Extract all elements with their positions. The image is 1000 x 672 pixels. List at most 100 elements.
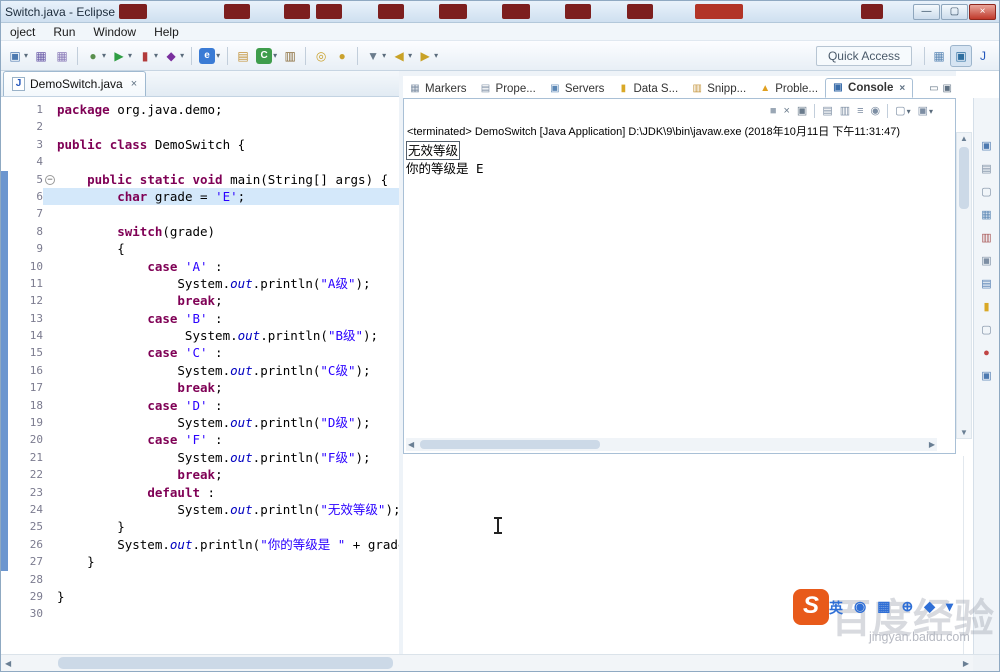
code-line[interactable]: 30	[1, 605, 399, 622]
tab-properties[interactable]: ▤ Prope...	[474, 80, 543, 98]
code-line[interactable]: 19 System.out.println("D级");	[1, 414, 399, 431]
remove-all-launches-button[interactable]: ▣	[797, 104, 807, 118]
code-line[interactable]: 4	[1, 153, 399, 170]
back-button[interactable]: ◀ ▾	[389, 45, 414, 67]
editor-body[interactable]: 1 package org.java.demo; 2 3 public class De…	[1, 97, 399, 654]
code-line[interactable]: 1 package org.java.demo;	[1, 101, 399, 118]
code-line[interactable]: 10 case 'A' :	[1, 258, 399, 275]
debug-button[interactable]: ● ▾	[83, 45, 108, 67]
code-line[interactable]: 23 default :	[1, 484, 399, 501]
minimized-view-icon-6[interactable]: ▤	[979, 276, 995, 292]
code-line[interactable]: 17 break;	[1, 379, 399, 396]
clear-console-button[interactable]: ▤	[822, 104, 832, 118]
scroll-right-icon[interactable]: ▶	[929, 440, 935, 449]
code-line[interactable]: 16 System.out.println("C级");	[1, 362, 399, 379]
code-line[interactable]: 27 }	[1, 553, 399, 570]
minimized-view-icon-5[interactable]: ▣	[979, 253, 995, 269]
scrollbar-thumb[interactable]	[420, 440, 600, 449]
search-button[interactable]: ●	[332, 45, 352, 67]
minimize-view-icon[interactable]: ▭	[929, 83, 938, 94]
menu-item-window[interactable]: Window	[84, 24, 145, 40]
save-button[interactable]: ▦	[31, 45, 51, 67]
minimized-data-source-icon[interactable]: ▮	[979, 299, 995, 315]
forward-button[interactable]: ▶ ▾	[415, 45, 440, 67]
minimized-view-icon-8[interactable]: ●	[979, 345, 995, 361]
code-line[interactable]: 14 System.out.println("B级");	[1, 327, 399, 344]
input-language-icon[interactable]: 英	[829, 598, 843, 618]
editor-tab-demoswitch[interactable]: J DemoSwitch.java ×	[3, 71, 147, 96]
maximize-view-icon[interactable]: ▣	[943, 83, 952, 94]
editor-horizontal-scrollbar[interactable]: ◀ ▶	[1, 654, 973, 671]
scroll-up-icon[interactable]: ▲	[957, 134, 971, 143]
code-line[interactable]: 9 {	[1, 240, 399, 257]
open-perspective-button[interactable]: ▦	[929, 45, 949, 67]
code-line[interactable]: 25 }	[1, 518, 399, 535]
options-caret-icon[interactable]: ▾	[946, 598, 953, 618]
scroll-lock-button[interactable]: ▥	[840, 104, 850, 118]
tab-problems[interactable]: ▲ Proble...	[753, 80, 825, 98]
code-line[interactable]: 29}	[1, 588, 399, 605]
tab-console[interactable]: ▣ Console ×	[825, 78, 914, 98]
minimized-view-icon-3[interactable]: ▦	[979, 207, 995, 223]
scroll-left-icon[interactable]: ◀	[408, 440, 414, 449]
close-window-button[interactable]: ×	[969, 4, 996, 20]
last-edit-location-button[interactable]: ▼ ▾	[363, 45, 388, 67]
terminate-button[interactable]: ■	[770, 104, 777, 118]
minimize-window-button[interactable]: —	[913, 4, 940, 20]
minimized-view-icon-7[interactable]: ▢	[979, 322, 995, 338]
code-line[interactable]: 3 public class DemoSwitch {	[1, 136, 399, 153]
word-wrap-button[interactable]: ≡	[857, 104, 863, 118]
new-package-button[interactable]: ▥	[280, 45, 300, 67]
code-line[interactable]: 20 case 'F' :	[1, 431, 399, 448]
code-line[interactable]: 24 System.out.println("无效等级");	[1, 501, 399, 518]
tab-servers[interactable]: ▣ Servers	[543, 80, 612, 98]
code-line[interactable]: 21 System.out.println("F级");	[1, 449, 399, 466]
console-output[interactable]: 无效等级 你的等级是 E	[404, 139, 955, 179]
new-button[interactable]: ▣ ▾	[5, 45, 30, 67]
hand-tool-icon[interactable]: ◉	[854, 598, 866, 618]
minimized-view-icon-9[interactable]: ▣	[979, 368, 995, 384]
coverage-button[interactable]: ▮ ▾	[135, 45, 160, 67]
display-console-button[interactable]: ▢▾	[895, 104, 910, 119]
external-tools-button[interactable]: ◆ ▾	[161, 45, 186, 67]
remove-launch-button[interactable]: ×	[783, 104, 789, 118]
run-button[interactable]: ▶ ▾	[109, 45, 134, 67]
new-java-project-button[interactable]: ▤	[233, 45, 253, 67]
menu-item-run[interactable]: Run	[44, 24, 84, 40]
code-line[interactable]: 7	[1, 205, 399, 222]
new-class-button[interactable]: C ▾	[254, 45, 279, 67]
tab-snippets[interactable]: ▥ Snipp...	[685, 80, 753, 98]
code-line[interactable]: 6 char grade = 'E';	[1, 187, 399, 206]
java-perspective-button[interactable]: J	[973, 45, 993, 67]
internal-browser-button[interactable]: e ▾	[197, 45, 222, 67]
code-line[interactable]: 28	[1, 571, 399, 588]
javaee-perspective-button[interactable]: ▣	[950, 44, 972, 67]
scroll-down-icon[interactable]: ▼	[957, 428, 971, 437]
code-line[interactable]: 13 case 'B' :	[1, 310, 399, 327]
code-area[interactable]: 1 package org.java.demo; 2 3 public class De…	[1, 97, 399, 654]
scrollbar-thumb[interactable]	[58, 657, 393, 669]
fold-collapse-icon[interactable]: −	[45, 175, 55, 186]
maximize-window-button[interactable]: ▢	[941, 4, 968, 20]
menu-item-oject[interactable]: oject	[1, 24, 44, 40]
minimized-view-icon-4[interactable]: ▥	[979, 230, 995, 246]
menu-item-help[interactable]: Help	[145, 24, 188, 40]
console-vertical-scrollbar[interactable]: ▲ ▼	[956, 132, 972, 439]
code-line[interactable]: 18 case 'D' :	[1, 397, 399, 414]
code-line[interactable]: 2	[1, 118, 399, 135]
scroll-left-icon[interactable]: ◀	[5, 659, 11, 668]
minimized-view-icon-2[interactable]: ▢	[979, 184, 995, 200]
minimized-view-icon-1[interactable]: ▤	[979, 161, 995, 177]
tab-data-source[interactable]: ▮ Data S...	[611, 80, 685, 98]
ime-settings-icon[interactable]: ⊕	[901, 598, 913, 618]
keyboard-layout-icon[interactable]: ▦	[877, 598, 890, 618]
code-line[interactable]: 15 case 'C' :	[1, 344, 399, 361]
code-line[interactable]: 22 break;	[1, 466, 399, 483]
code-line[interactable]: 26 System.out.println("你的等级是 " + grade);	[1, 536, 399, 553]
tab-markers[interactable]: ▦ Markers	[403, 80, 474, 98]
scroll-right-icon[interactable]: ▶	[963, 659, 969, 668]
code-line[interactable]: 8 switch(grade)	[1, 223, 399, 240]
quick-access-button[interactable]: Quick Access	[815, 45, 912, 66]
console-horizontal-scrollbar[interactable]: ◀ ▶	[406, 438, 937, 451]
open-console-button[interactable]: ▣▾	[918, 104, 933, 119]
